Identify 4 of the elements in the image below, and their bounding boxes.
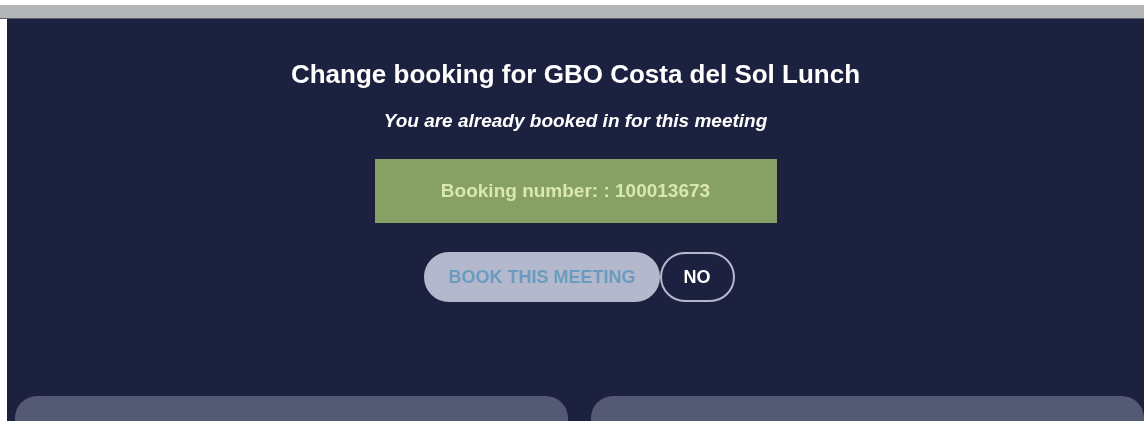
- no-button[interactable]: NO: [659, 252, 735, 302]
- booked-notice: You are already booked in for this meeting: [383, 110, 768, 132]
- booking-number: Booking number: : 100013673: [374, 159, 777, 223]
- dialog-title: Change booking for GBO Costa del Sol Lunch: [290, 59, 861, 90]
